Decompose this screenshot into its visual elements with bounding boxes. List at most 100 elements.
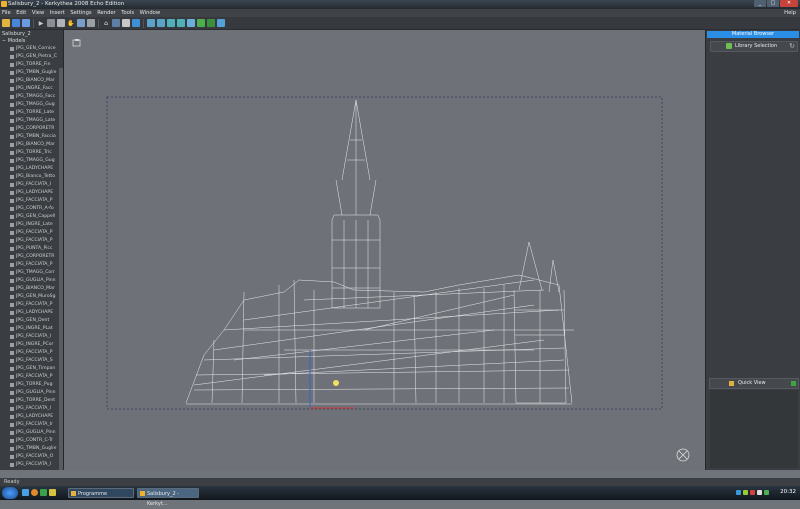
rotate-icon[interactable] [77, 19, 85, 27]
tree-item[interactable]: JPG_FACCIATA_I [0, 461, 63, 469]
tree-item[interactable]: JPG_PUNTA_Picc [0, 245, 63, 253]
tree-item[interactable]: JPG_FACCIATA_P [0, 373, 63, 381]
tree-item[interactable]: JPG_GEN_Cappell [0, 213, 63, 221]
tree-item[interactable]: JPG_GEN_Pietra_C [0, 53, 63, 61]
navigation-compass-icon[interactable] [676, 448, 690, 462]
menu-settings[interactable]: Settings [68, 9, 93, 17]
tree-item[interactable]: JPG_BIANCO_Mar [0, 285, 63, 293]
tree-item[interactable]: JPG_TORRE_Pug [0, 381, 63, 389]
library-selection-button[interactable]: Library Selection ↻ [710, 41, 798, 52]
tree-item[interactable]: JPG_FACCIATA_P [0, 197, 63, 205]
tree-item[interactable]: JPG_FACCIATA_P [0, 301, 63, 309]
solid-icon[interactable] [197, 19, 205, 27]
close-button[interactable]: ✕ [780, 0, 798, 7]
shaded-icon[interactable] [217, 19, 225, 27]
tree-item[interactable]: JPG_LADYCHAPE [0, 189, 63, 197]
material-list-area[interactable] [710, 54, 796, 376]
quick-view-add-icon[interactable] [791, 381, 796, 386]
show-desktop-icon[interactable] [22, 489, 29, 496]
tree-item[interactable]: JPG_TORRE_Late [0, 109, 63, 117]
view-side-icon[interactable] [167, 19, 175, 27]
zoom-icon[interactable] [87, 19, 95, 27]
tree-item[interactable]: JPG_TMAGG_Facc [0, 93, 63, 101]
quick-view-header[interactable]: Quick View [709, 378, 799, 389]
menu-render[interactable]: Render [95, 9, 117, 17]
play-icon[interactable]: ▶ [37, 19, 45, 27]
menu-help[interactable]: Help [784, 10, 796, 16]
view-front-icon[interactable] [147, 19, 155, 27]
tree-item[interactable]: JPG_FACCIATA_P [0, 349, 63, 357]
scene-tree-scrollbar[interactable] [59, 68, 63, 470]
tree-item[interactable]: JPG_LADYCHAPE [0, 165, 63, 173]
tree-item[interactable]: JPG_TMBN_Guglie [0, 69, 63, 77]
tree-item[interactable]: JPG_CONTR_C-Tr [0, 437, 63, 445]
tree-item[interactable]: JPG_GUGLIA_Pinn [0, 429, 63, 437]
tree-item[interactable]: JPG_CONTR_A-fo [0, 205, 63, 213]
menu-window[interactable]: Window [138, 9, 162, 17]
tree-item[interactable]: JPG_GUGLIA_Pinn [0, 389, 63, 397]
material-icon[interactable] [132, 19, 140, 27]
tree-item[interactable]: JPG_LADYCHAPE [0, 413, 63, 421]
tree-item[interactable]: JPG_GEN_Dent [0, 317, 63, 325]
select-icon[interactable] [57, 19, 65, 27]
taskbar-tab-programme[interactable]: Programme [68, 488, 134, 498]
light-icon[interactable] [122, 19, 130, 27]
menu-tools[interactable]: Tools [119, 9, 136, 17]
tree-item[interactable]: JPG_GEN_Timpan [0, 365, 63, 373]
maximize-button[interactable]: □ [767, 0, 779, 7]
update-icon[interactable] [764, 490, 769, 495]
home-icon[interactable]: ⌂ [102, 19, 110, 27]
tree-item[interactable]: JPG_TMBN_Guglie [0, 445, 63, 453]
tree-item[interactable]: JPG_FACCIATA_P [0, 229, 63, 237]
battery-icon[interactable] [757, 490, 762, 495]
open-folder-icon[interactable] [2, 19, 10, 27]
tree-item[interactable]: JPG_FACCIATA_I [0, 405, 63, 413]
clock[interactable]: 20:32 [780, 489, 796, 495]
material-browser-header[interactable]: Material Browser [707, 31, 799, 38]
menu-view[interactable]: View [30, 9, 46, 17]
camera-icon[interactable] [112, 19, 120, 27]
tree-item[interactable]: JPG_INGRE_PLat [0, 325, 63, 333]
network-icon[interactable] [736, 490, 741, 495]
tree-item[interactable]: JPG_TMAGG_Gug [0, 157, 63, 165]
tree-item[interactable]: JPG_BIANCO_Mar [0, 77, 63, 85]
tree-item[interactable]: JPG_FACCIATA_P [0, 261, 63, 269]
pan-hand-icon[interactable]: ✋ [67, 19, 75, 27]
tree-item[interactable]: JPG_TMBN_Faccia [0, 133, 63, 141]
tree-item[interactable]: JPG_FACCIATA_P [0, 237, 63, 245]
texture-icon[interactable] [207, 19, 215, 27]
tree-item[interactable]: JPG_TORRE_Tric [0, 149, 63, 157]
security-icon[interactable] [750, 490, 755, 495]
view-perspective-icon[interactable] [177, 19, 185, 27]
scene-tree-header[interactable]: Salisbury_2 [0, 30, 63, 38]
tree-item[interactable]: JPG_FACCIATA_I [0, 333, 63, 341]
tree-item[interactable]: JPG_BIANCO_Mar [0, 141, 63, 149]
tree-item[interactable]: JPG_FACCIATA_S [0, 357, 63, 365]
menu-edit[interactable]: Edit [14, 9, 28, 17]
tree-item[interactable]: JPG_TORRE_Dent [0, 397, 63, 405]
quicklaunch-icon[interactable] [40, 489, 47, 496]
minimize-button[interactable]: _ [754, 0, 766, 7]
tree-item[interactable]: JPG_CORPORETR [0, 253, 63, 261]
tree-item[interactable]: JPG_GEN_MuroSg [0, 293, 63, 301]
folder-icon[interactable] [49, 489, 56, 496]
tree-item[interactable]: JPG_TORRE_Fin [0, 61, 63, 69]
tree-item[interactable]: JPG_Bianco_Tetto [0, 173, 63, 181]
tree-item[interactable]: JPG_CORPORETR [0, 125, 63, 133]
tree-item[interactable]: JPG_INGRE_Facc [0, 85, 63, 93]
taskbar-tab-kerkythea[interactable]: Salisbury_2 - Kerkyt... [137, 488, 199, 507]
tree-item[interactable]: JPG_TMAGG_Gug [0, 101, 63, 109]
render-icon[interactable] [47, 19, 55, 27]
tree-item[interactable]: JPG_INGRE_Late [0, 221, 63, 229]
tree-item[interactable]: JPG_FACCIATA_O [0, 453, 63, 461]
tree-item[interactable]: JPG_LADYCHAPE [0, 309, 63, 317]
wireframe-icon[interactable] [187, 19, 195, 27]
3d-viewport[interactable] [64, 30, 705, 470]
tree-item[interactable]: JPG_TMAGG_Corr [0, 269, 63, 277]
tree-item[interactable]: JPG_INGRE_PCor [0, 341, 63, 349]
volume-icon[interactable] [743, 490, 748, 495]
tree-item[interactable]: JPG_TMAGG_Late [0, 117, 63, 125]
tree-item[interactable]: JPG_GUGLIA_Pinn [0, 277, 63, 285]
tree-item[interactable]: JPG_FACCIATA_Ir [0, 421, 63, 429]
view-top-icon[interactable] [157, 19, 165, 27]
